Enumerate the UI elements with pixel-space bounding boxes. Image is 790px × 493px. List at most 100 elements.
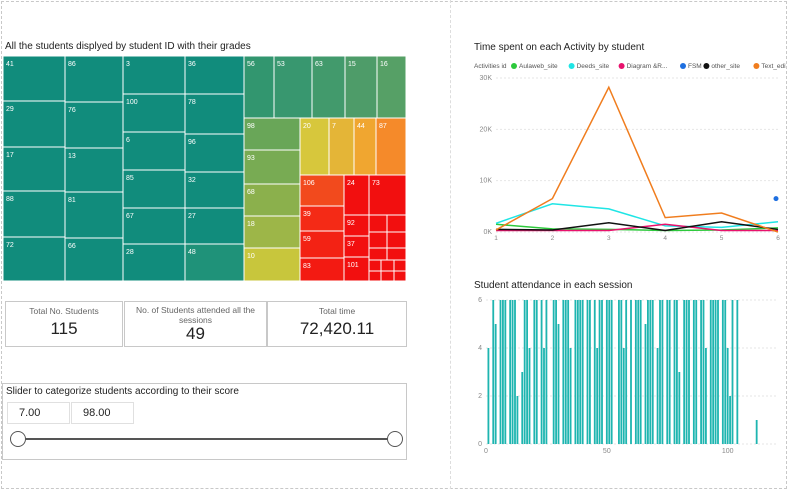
treemap-chart[interactable]: 4129178872867613816631006856728367896322… (3, 56, 406, 282)
treemap-cell[interactable] (368, 214, 388, 233)
treemap-cell[interactable] (380, 270, 395, 282)
treemap-cell[interactable]: 32 (184, 171, 245, 209)
treemap-cell[interactable]: 87 (375, 117, 406, 176)
treemap-cell-label: 6 (126, 137, 130, 144)
attendance-bar (569, 348, 572, 444)
treemap-cell[interactable]: 24 (343, 174, 370, 216)
treemap-cell[interactable]: 106 (299, 174, 345, 207)
attendance-bar (618, 300, 620, 444)
treemap-cell[interactable]: 28 (122, 243, 186, 282)
treemap-cell[interactable]: 101 (343, 256, 370, 282)
treemap-cell[interactable]: 67 (122, 207, 186, 245)
treemap-cell[interactable] (368, 259, 382, 272)
treemap-cell[interactable]: 85 (122, 169, 186, 209)
legend-marker (618, 63, 625, 69)
treemap-cell[interactable]: 44 (353, 117, 377, 176)
treemap-cell[interactable] (386, 231, 406, 249)
attendance-bar (729, 396, 731, 444)
treemap-cell[interactable]: 73 (368, 174, 406, 216)
treemap-cell[interactable]: 56 (243, 56, 275, 119)
treemap-cell-label: 36 (188, 61, 196, 68)
treemap-cell[interactable]: 27 (184, 207, 245, 245)
treemap-cell-label: 13 (68, 153, 76, 160)
attendance-bar (709, 300, 712, 444)
bar-chart[interactable]: 0 2 4 6 0 50 100 (452, 292, 786, 458)
treemap-cell[interactable]: 17 (3, 146, 66, 192)
treemap-cell[interactable]: 76 (64, 101, 124, 149)
treemap-cell[interactable]: 13 (64, 147, 124, 193)
treemap-cell[interactable] (368, 247, 388, 261)
legend-marker (568, 63, 575, 69)
treemap-cell[interactable] (368, 231, 388, 249)
attendance-bar (533, 300, 536, 444)
treemap-cell[interactable]: 48 (184, 243, 245, 282)
treemap-cell[interactable]: 72 (3, 236, 66, 282)
treemap-cell[interactable]: 16 (376, 56, 406, 119)
slider-min-input[interactable]: 7.00 (7, 402, 70, 424)
treemap-cell[interactable] (393, 259, 406, 272)
treemap-cell-label: 24 (347, 180, 355, 187)
x-tick-label: 100 (722, 448, 734, 455)
treemap-cell[interactable]: 15 (344, 56, 378, 119)
attendance-bar (523, 300, 526, 444)
attendance-bar (564, 300, 567, 444)
slider-track[interactable] (17, 438, 394, 440)
treemap-cell[interactable] (393, 270, 406, 282)
treemap-cell-label: 106 (303, 180, 315, 187)
slider-low-handle[interactable] (10, 431, 26, 447)
treemap-cell-rect (368, 270, 382, 282)
treemap-cell-label: 20 (303, 123, 311, 130)
treemap-cell-label: 86 (68, 61, 76, 68)
attendance-bar (702, 300, 705, 444)
treemap-cell[interactable]: 7 (328, 117, 355, 176)
legend-marker (753, 63, 760, 69)
treemap-cell[interactable]: 78 (184, 93, 245, 135)
treemap-cell[interactable] (386, 214, 406, 233)
treemap-cell[interactable]: 98 (243, 117, 301, 151)
treemap-cell-label: 27 (188, 213, 196, 220)
treemap-cell[interactable]: 66 (64, 237, 124, 282)
treemap-cell[interactable]: 59 (299, 230, 345, 259)
treemap-cell[interactable]: 18 (243, 215, 301, 249)
attendance-bar (700, 300, 702, 444)
treemap-cell[interactable] (368, 270, 382, 282)
treemap-cell[interactable]: 3 (122, 56, 186, 95)
treemap-cell-label: 16 (380, 61, 388, 68)
treemap-cell[interactable]: 20 (299, 117, 330, 176)
treemap-cell[interactable]: 68 (243, 183, 301, 217)
treemap-cell[interactable] (386, 247, 406, 261)
treemap-cell[interactable]: 86 (64, 56, 124, 103)
legend-marker (680, 63, 686, 69)
treemap-cell[interactable] (380, 259, 395, 272)
treemap-cell-label: 15 (348, 61, 356, 68)
treemap-cell[interactable]: 88 (3, 190, 66, 238)
treemap-cell[interactable]: 81 (64, 191, 124, 239)
treemap-cell-label: 28 (126, 249, 134, 256)
attendance-bar (714, 300, 717, 444)
treemap-cell[interactable]: 39 (299, 205, 345, 232)
line-chart[interactable]: Activities id Aulaweb_site Deeds_site Diagr… (452, 56, 786, 246)
treemap-cell[interactable]: 10 (243, 247, 301, 282)
treemap-cell-label: 10 (247, 253, 255, 260)
attendance-bar (647, 300, 649, 444)
treemap-cell[interactable]: 36 (184, 56, 245, 95)
attendance-bar (637, 300, 640, 444)
treemap-cell[interactable]: 83 (299, 257, 345, 282)
treemap-cell[interactable]: 41 (3, 56, 66, 102)
slider-high-handle[interactable] (387, 431, 403, 447)
treemap-cell[interactable]: 100 (122, 93, 186, 133)
treemap-cell[interactable]: 96 (184, 133, 245, 173)
treemap-cell[interactable]: 93 (243, 149, 301, 185)
treemap-cell[interactable]: 6 (122, 131, 186, 171)
treemap-cell[interactable]: 63 (311, 56, 346, 119)
treemap-cell[interactable]: 92 (343, 214, 370, 237)
treemap-cell[interactable]: 37 (343, 235, 370, 258)
attendance-bar (736, 300, 739, 444)
series-line (495, 85, 779, 233)
treemap-cell[interactable]: 53 (273, 56, 313, 119)
treemap-cell[interactable]: 29 (3, 100, 66, 148)
attendance-bar (656, 348, 659, 444)
attendance-bar (705, 348, 707, 444)
slider-max-input[interactable]: 98.00 (71, 402, 134, 424)
attendance-bar (504, 300, 507, 444)
